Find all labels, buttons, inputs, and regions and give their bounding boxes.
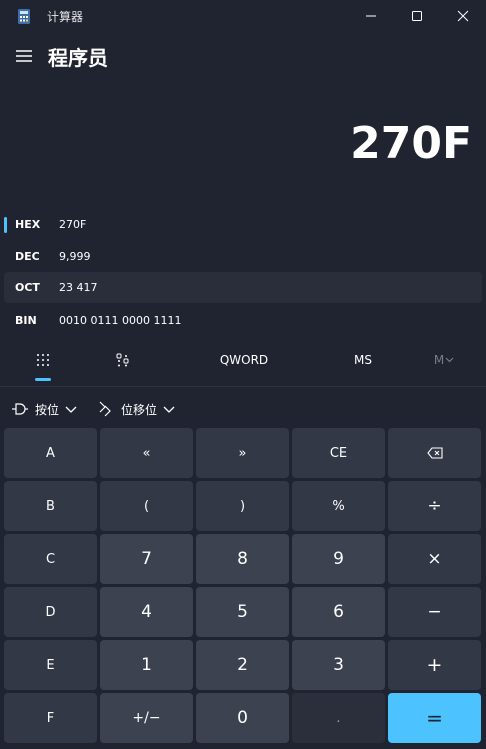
key-add[interactable]: + [388,640,481,690]
word-size-button[interactable]: QWORD [210,344,278,376]
key-4[interactable]: 4 [100,587,193,637]
key-d[interactable]: D [4,587,97,637]
key-equals[interactable]: = [388,693,481,743]
key-3[interactable]: 3 [292,640,385,690]
radix-row-bin[interactable]: BIN 0010 0111 0000 1111 [4,305,482,336]
logic-gate-icon [12,403,28,415]
window-title: 计算器 [47,10,84,24]
bit-toggle-keypad-icon [116,353,129,367]
key-0[interactable]: 0 [196,693,289,743]
result-display: 270F [350,118,472,169]
full-keypad-icon [37,354,49,366]
minimize-icon [366,15,376,17]
keypad-tabs: QWORD MS M [0,344,486,384]
backspace-icon [426,447,443,459]
bitshift-label: 位移位 [121,402,158,417]
hamburger-menu-icon [16,50,32,62]
chevron-down-icon [445,357,454,363]
key-negate[interactable]: +/− [100,693,193,743]
key-clear-entry[interactable]: CE [292,428,385,478]
tab-bit-toggle[interactable] [100,344,146,376]
chevron-down-icon [163,406,175,413]
maximize-icon [412,11,422,21]
bitwise-label: 按位 [35,402,60,417]
memory-store-button[interactable]: MS [340,344,386,376]
radix-value: 23 417 [59,281,98,294]
close-icon [457,10,469,22]
key-left-shift[interactable]: « [100,428,193,478]
title-bar: 计算器 [0,0,486,32]
radix-label: BIN [15,314,37,327]
radix-label: OCT [15,281,40,294]
key-7[interactable]: 7 [100,534,193,584]
calculator-mode-title: 程序员 [48,46,108,70]
key-percent[interactable]: % [292,481,385,531]
key-subtract[interactable]: − [388,587,481,637]
maximize-button[interactable] [394,0,440,32]
key-multiply[interactable]: × [388,534,481,584]
key-close-paren[interactable]: ) [196,481,289,531]
key-6[interactable]: 6 [292,587,385,637]
key-e[interactable]: E [4,640,97,690]
key-b[interactable]: B [4,481,97,531]
selected-radix-indicator [4,217,7,233]
key-2[interactable]: 2 [196,640,289,690]
chevron-down-icon [65,406,77,413]
bit-shift-icon [99,401,111,417]
key-divide[interactable]: ÷ [388,481,481,531]
navigation-menu-button[interactable] [14,46,34,66]
radix-value: 270F [59,218,87,231]
radix-row-oct[interactable]: OCT 23 417 [4,272,482,303]
memory-menu-label: M [433,353,445,367]
calculator-app-icon [18,9,30,24]
divider [0,386,486,387]
key-decimal[interactable]: . [292,693,385,743]
key-backspace[interactable] [388,428,481,478]
radix-value: 9,999 [59,250,91,263]
tab-full-keypad[interactable] [20,344,66,376]
key-open-paren[interactable]: ( [100,481,193,531]
close-button[interactable] [440,0,486,32]
radix-value: 0010 0111 0000 1111 [59,314,182,327]
key-1[interactable]: 1 [100,640,193,690]
active-tab-indicator [35,378,51,381]
radix-label: HEX [15,218,41,231]
key-c[interactable]: C [4,534,97,584]
memory-menu-button[interactable]: M [424,344,464,376]
key-f[interactable]: F [4,693,97,743]
bitwise-dropdown[interactable]: 按位 [12,398,77,420]
key-right-shift[interactable]: » [196,428,289,478]
radix-label: DEC [15,250,40,263]
key-8[interactable]: 8 [196,534,289,584]
radix-row-dec[interactable]: DEC 9,999 [4,241,482,272]
bitshift-dropdown[interactable]: 位移位 [98,398,175,420]
minimize-button[interactable] [348,0,394,32]
key-a[interactable]: A [4,428,97,478]
key-5[interactable]: 5 [196,587,289,637]
radix-row-hex[interactable]: HEX 270F [4,209,482,240]
key-9[interactable]: 9 [292,534,385,584]
